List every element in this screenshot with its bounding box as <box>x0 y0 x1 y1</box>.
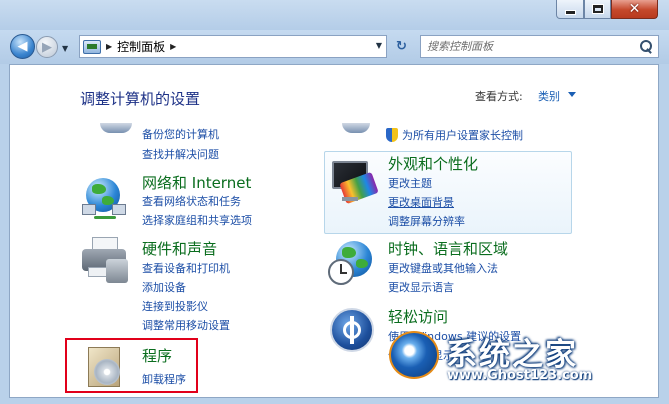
appearance-monitor-icon <box>328 157 379 207</box>
address-bar[interactable]: ▶ 控制面板 ▶ ▼ <box>79 35 387 58</box>
link-uninstall-program[interactable]: 卸载程序 <box>142 371 186 387</box>
view-by-dropdown[interactable]: 类别 <box>538 88 560 104</box>
system-security-icon <box>100 123 132 133</box>
back-button[interactable]: ◀ <box>10 34 35 59</box>
category-programs[interactable]: 程序 <box>142 345 172 366</box>
link-backup-computer[interactable]: 备份您的计算机 <box>142 126 219 142</box>
clock-globe-icon <box>328 241 378 291</box>
search-icon[interactable] <box>637 38 655 56</box>
forward-button[interactable]: ▶ <box>36 36 58 58</box>
breadcrumb-chevron-icon[interactable]: ▶ <box>170 42 176 51</box>
page-title: 调整计算机的设置 <box>80 90 201 108</box>
window-title-bar: ✕ <box>0 0 669 30</box>
refresh-button[interactable]: ↻ <box>390 36 413 57</box>
link-parental-controls[interactable]: 为所有用户设置家长控制 <box>402 127 523 143</box>
ease-of-access-icon <box>330 308 374 352</box>
link-add-device[interactable]: 添加设备 <box>142 279 186 295</box>
minimize-button[interactable] <box>556 0 584 19</box>
link-change-theme[interactable]: 更改主题 <box>388 175 432 191</box>
close-button[interactable]: ✕ <box>611 0 658 19</box>
watermark-url: www.Ghost123.com <box>447 368 593 383</box>
link-network-status[interactable]: 查看网络状态和任务 <box>142 193 241 209</box>
maximize-button[interactable] <box>584 0 611 19</box>
printer-icon <box>80 237 130 287</box>
breadcrumb-control-panel[interactable]: 控制面板 <box>117 38 165 55</box>
link-troubleshoot[interactable]: 查找并解决问题 <box>142 146 219 162</box>
link-mobility-settings[interactable]: 调整常用移动设置 <box>142 317 230 333</box>
address-dropdown-icon[interactable]: ▼ <box>376 41 382 50</box>
refresh-icon: ↻ <box>396 39 407 54</box>
uac-shield-icon <box>386 128 398 142</box>
category-clock-language-region[interactable]: 时钟、语言和区域 <box>388 238 508 259</box>
category-ease-of-access[interactable]: 轻松访问 <box>388 306 448 327</box>
control-panel-icon <box>83 39 101 54</box>
link-devices-printers[interactable]: 查看设备和打印机 <box>142 260 230 276</box>
breadcrumb-chevron-icon[interactable]: ▶ <box>106 42 112 51</box>
close-icon: ✕ <box>628 1 641 17</box>
forward-arrow-icon: ▶ <box>42 39 52 55</box>
category-network-internet[interactable]: 网络和 Internet <box>142 172 251 193</box>
chevron-down-icon[interactable] <box>568 92 576 97</box>
maximize-icon <box>592 5 603 13</box>
history-dropdown-icon[interactable]: ▼ <box>62 44 68 53</box>
programs-icon <box>84 345 126 391</box>
navigation-bar: ◀ ▶ ▼ ▶ 控制面板 ▶ ▼ ↻ <box>0 30 669 64</box>
view-by-label: 查看方式: <box>475 90 523 103</box>
category-appearance[interactable]: 外观和个性化 <box>388 153 478 174</box>
watermark-logo-icon <box>389 331 439 379</box>
link-keyboard-input[interactable]: 更改键盘或其他输入法 <box>388 260 498 276</box>
back-arrow-icon: ◀ <box>17 39 28 54</box>
link-screen-resolution[interactable]: 调整屏幕分辨率 <box>388 213 465 229</box>
window-bottom-border <box>0 398 669 404</box>
link-connect-projector[interactable]: 连接到投影仪 <box>142 298 208 314</box>
network-globe-icon <box>82 176 128 222</box>
category-hardware-sound[interactable]: 硬件和声音 <box>142 238 217 259</box>
link-change-desktop-background[interactable]: 更改桌面背景 <box>388 194 454 210</box>
minimize-icon <box>565 10 575 14</box>
search-input[interactable] <box>421 37 637 56</box>
search-box[interactable] <box>420 35 659 58</box>
user-accounts-icon <box>342 123 370 133</box>
link-display-language[interactable]: 更改显示语言 <box>388 279 454 295</box>
link-homegroup-sharing[interactable]: 选择家庭组和共享选项 <box>142 212 252 228</box>
